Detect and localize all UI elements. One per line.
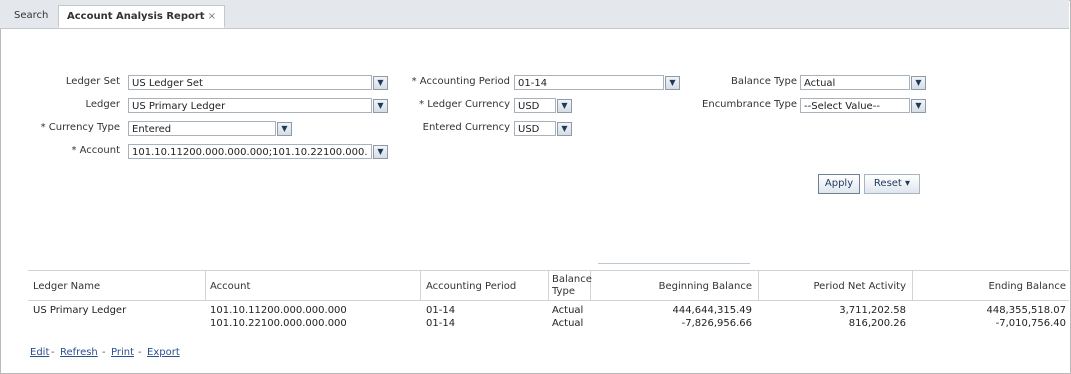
- header-ledger-name[interactable]: Ledger Name: [33, 281, 100, 293]
- currency-type-select[interactable]: Entered: [128, 121, 276, 136]
- chevron-down-icon[interactable]: ▼: [373, 145, 388, 159]
- ledger-set-label: Ledger Set: [65, 76, 120, 87]
- chevron-down-icon[interactable]: ▼: [665, 76, 680, 90]
- chevron-down-icon[interactable]: ▼: [557, 122, 572, 136]
- ledger-currency-label: * Ledger Currency: [419, 99, 510, 110]
- header-period-net-activity[interactable]: Period Net Activity: [762, 281, 907, 293]
- header-balance-type-line1: Balance: [552, 274, 592, 285]
- ledger-select[interactable]: US Primary Ledger: [128, 98, 372, 113]
- tab-search-label: Search: [14, 10, 49, 21]
- table-header-border: [28, 300, 1069, 301]
- account-input[interactable]: 101.10.11200.000.000.000;101.10.22100.00…: [128, 144, 372, 159]
- cell-account: 101.10.22100.000.000.000: [210, 318, 347, 329]
- currency-type-label: * Currency Type: [40, 122, 120, 133]
- accounting-period-label: * Accounting Period: [411, 76, 510, 87]
- chevron-down-icon[interactable]: ▼: [911, 99, 926, 113]
- cell-beginning-balance: -7,826,956.66: [681, 318, 752, 329]
- chevron-down-icon[interactable]: ▼: [373, 76, 388, 90]
- ledger-set-select[interactable]: US Ledger Set: [128, 75, 372, 90]
- cell-beginning-balance: 444,644,315.49: [672, 305, 752, 316]
- splitter-handle[interactable]: [598, 263, 750, 264]
- entered-currency-label: Entered Currency: [422, 122, 510, 133]
- cell-ending-balance: 448,355,518.07: [986, 305, 1066, 316]
- tab-account-analysis-label: Account Analysis Report: [67, 11, 205, 22]
- cell-ledger-name: US Primary Ledger: [33, 305, 127, 316]
- column-divider: [548, 270, 549, 300]
- edit-link[interactable]: Edit: [30, 347, 49, 358]
- tab-search[interactable]: Search: [6, 5, 56, 27]
- separator: -: [102, 347, 106, 358]
- chevron-down-icon[interactable]: ▼: [277, 122, 292, 136]
- header-accounting-period[interactable]: Accounting Period: [426, 281, 516, 293]
- print-link[interactable]: Print: [111, 347, 134, 358]
- encumbrance-type-label: Encumbrance Type: [702, 99, 797, 110]
- reset-button[interactable]: Reset ▾: [864, 174, 920, 194]
- cell-accounting-period: 01-14: [426, 318, 456, 329]
- cell-period-net-activity: 816,200.26: [848, 318, 906, 329]
- chevron-down-icon[interactable]: ▼: [911, 76, 926, 90]
- column-divider: [912, 270, 913, 300]
- chevron-down-icon[interactable]: ▼: [373, 99, 388, 113]
- balance-type-select[interactable]: Actual: [800, 75, 910, 90]
- account-label: * Account: [71, 145, 120, 156]
- tab-account-analysis-report[interactable]: Account Analysis Report ×: [58, 5, 225, 28]
- accounting-period-select[interactable]: 01-14: [514, 75, 664, 90]
- close-tab-icon[interactable]: ×: [208, 11, 216, 22]
- cell-accounting-period: 01-14: [426, 305, 456, 316]
- separator: -: [51, 347, 55, 358]
- cell-account: 101.10.11200.000.000.000: [210, 305, 347, 316]
- header-beginning-balance[interactable]: Beginning Balance: [600, 281, 752, 293]
- ledger-label: Ledger: [85, 99, 120, 110]
- chevron-down-icon[interactable]: ▼: [557, 99, 572, 113]
- entered-currency-select[interactable]: USD: [514, 121, 556, 136]
- header-balance-type[interactable]: Balance Type: [552, 274, 592, 298]
- apply-button[interactable]: Apply: [818, 174, 860, 194]
- header-account[interactable]: Account: [210, 281, 250, 293]
- column-divider: [420, 270, 421, 300]
- ledger-currency-select[interactable]: USD: [514, 98, 556, 113]
- header-balance-type-line2: Type: [552, 286, 575, 297]
- cell-balance-type: Actual: [552, 305, 584, 316]
- column-divider: [758, 270, 759, 300]
- tab-bar: Search Account Analysis Report ×: [0, 0, 1069, 29]
- header-ending-balance[interactable]: Ending Balance: [916, 281, 1066, 293]
- balance-type-label: Balance Type: [730, 76, 797, 87]
- encumbrance-type-select[interactable]: --Select Value--: [800, 98, 910, 113]
- cell-ending-balance: -7,010,756.40: [995, 318, 1066, 329]
- cell-balance-type: Actual: [552, 318, 584, 329]
- cell-period-net-activity: 3,711,202.58: [839, 305, 906, 316]
- separator: -: [138, 347, 142, 358]
- column-divider: [205, 270, 206, 300]
- export-link[interactable]: Export: [147, 347, 180, 358]
- refresh-link[interactable]: Refresh: [60, 347, 98, 358]
